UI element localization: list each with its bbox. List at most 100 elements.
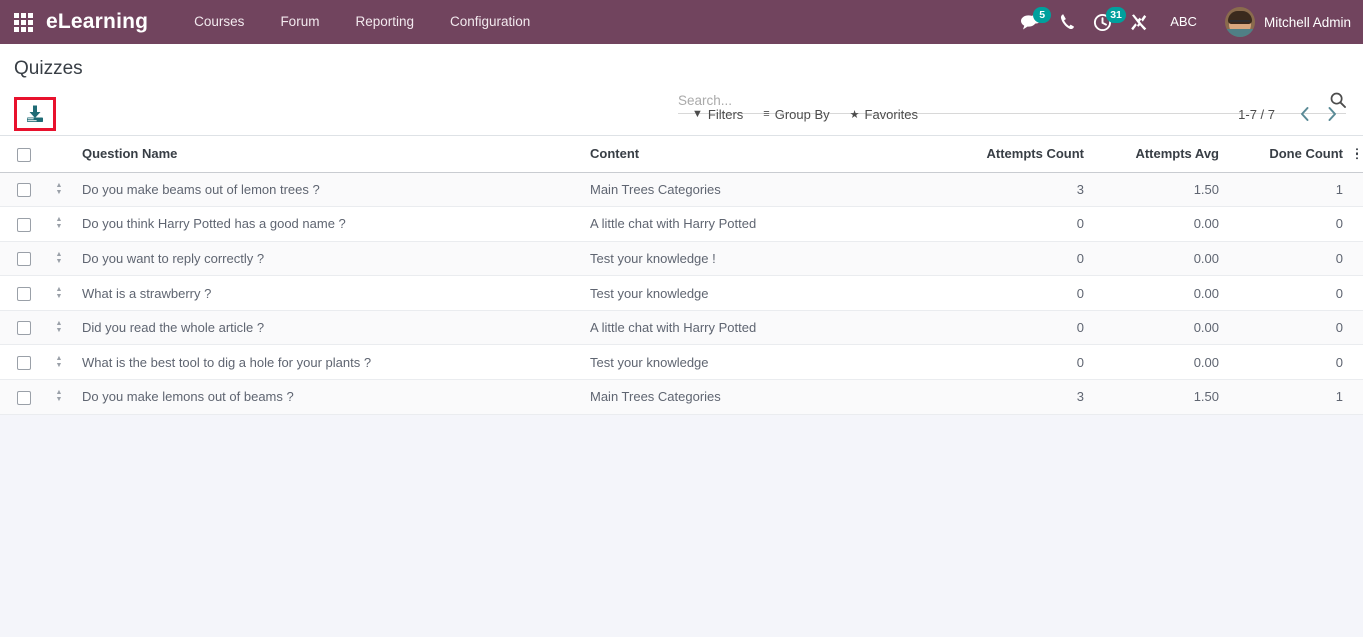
filter-funnel-icon: ▼ — [692, 108, 703, 120]
row-checkbox[interactable] — [17, 252, 31, 267]
row-select-cell — [0, 310, 44, 346]
table-row[interactable]: ▲ ▼ What is a strawberry ? Test your knowle… — [0, 275, 1363, 311]
app-brand-elearning[interactable]: eLearning — [46, 10, 148, 34]
messages-button[interactable]: 5 — [1011, 0, 1052, 44]
handle-header — [44, 136, 74, 173]
debug-tools-button[interactable] — [1121, 0, 1156, 44]
column-header-done-count[interactable]: Done Count — [1227, 136, 1363, 173]
cell-question-name: Do you want to reply correctly ? — [74, 241, 582, 277]
column-header-question-name[interactable]: Question Name — [74, 136, 582, 173]
favorites-label: Favorites — [864, 106, 918, 122]
cell-attempts-avg: 0.00 — [1092, 275, 1227, 311]
cell-content: A little chat with Harry Potted — [582, 310, 957, 346]
drag-handle-icon[interactable]: ▲ ▼ — [56, 389, 63, 403]
group-by-label: Group By — [774, 106, 830, 122]
column-header-done-count-label: Done Count — [1269, 146, 1343, 162]
cell-content: A little chat with Harry Potted — [582, 206, 957, 242]
column-header-attempts-avg[interactable]: Attempts Avg — [1092, 136, 1227, 173]
group-lines-icon: ≡ — [763, 108, 770, 120]
star-icon: ★ — [849, 108, 860, 121]
apps-grid-icon — [13, 12, 33, 32]
cell-content: Test your knowledge — [582, 275, 957, 311]
table-row[interactable]: ▲ ▼ What is the best tool to dig a hole fo… — [0, 344, 1363, 380]
favorites-button[interactable]: ★ Favorites — [842, 104, 926, 125]
menu-item-reporting[interactable]: Reporting — [337, 0, 432, 44]
drag-handle-icon[interactable]: ▲ ▼ — [56, 216, 63, 230]
language-switcher-button[interactable]: ABC — [1156, 0, 1211, 44]
cell-question-name: Do you think Harry Potted has a good nam… — [74, 206, 582, 242]
drag-handle-icon[interactable]: ▲ ▼ — [56, 251, 63, 265]
phone-button[interactable] — [1051, 0, 1084, 44]
row-select-cell — [0, 206, 44, 242]
row-checkbox[interactable] — [17, 217, 31, 232]
control-panel-actions: ▼ Filters ≡ Group By ★ Favorites 1-7 / 7 — [0, 97, 1363, 136]
row-handle-cell: ▲ ▼ — [44, 206, 74, 242]
drag-handle-icon[interactable]: ▲ ▼ — [56, 355, 63, 369]
select-all-checkbox[interactable] — [17, 147, 31, 162]
row-checkbox[interactable] — [17, 321, 31, 336]
cell-done-count: 0 — [1227, 241, 1363, 277]
table-header: Question Name Content Attempts Count Att… — [0, 136, 1363, 173]
table-row[interactable]: ▲ ▼ Do you want to reply correctly ? Test y… — [0, 241, 1363, 277]
cell-content: Main Trees Categories — [582, 379, 957, 415]
user-menu-button[interactable]: Mitchell Admin — [1211, 7, 1351, 37]
activities-button[interactable]: 31 — [1084, 0, 1126, 44]
cell-question-name: Do you make beams out of lemon trees ? — [74, 172, 582, 208]
user-avatar — [1224, 7, 1255, 37]
pager-next-button[interactable] — [1319, 102, 1345, 126]
menu-item-configuration[interactable]: Configuration — [432, 0, 548, 44]
row-select-cell — [0, 275, 44, 311]
cell-done-count: 0 — [1227, 275, 1363, 311]
menu-item-forum[interactable]: Forum — [262, 0, 337, 44]
pager-previous-button[interactable] — [1291, 102, 1317, 126]
filters-label: Filters — [707, 106, 744, 122]
table-row[interactable]: ▲ ▼ Do you make beams out of lemon trees ?… — [0, 172, 1363, 208]
row-select-cell — [0, 241, 44, 277]
cell-attempts-avg: 1.50 — [1092, 172, 1227, 208]
tools-icon — [1131, 13, 1147, 30]
group-by-button[interactable]: ≡ Group By — [755, 104, 837, 125]
row-handle-cell: ▲ ▼ — [44, 310, 74, 346]
cell-attempts-count: 0 — [957, 310, 1092, 346]
row-select-cell — [0, 379, 44, 415]
filters-button[interactable]: ▼ Filters — [684, 104, 751, 125]
table-row[interactable]: ▲ ▼ Do you think Harry Potted has a good n… — [0, 206, 1363, 242]
row-handle-cell: ▲ ▼ — [44, 379, 74, 415]
drag-handle-icon[interactable]: ▲ ▼ — [56, 286, 63, 300]
select-all-header — [0, 136, 44, 173]
row-select-cell — [0, 172, 44, 208]
menu-item-courses[interactable]: Courses — [176, 0, 262, 44]
cell-done-count: 0 — [1227, 206, 1363, 242]
table-body: ▲ ▼ Do you make beams out of lemon trees ?… — [0, 172, 1363, 415]
column-header-content[interactable]: Content — [582, 136, 957, 173]
row-checkbox[interactable] — [17, 183, 31, 198]
row-checkbox[interactable] — [17, 286, 31, 301]
row-handle-cell: ▲ ▼ — [44, 241, 74, 277]
table-row[interactable]: ▲ ▼ Do you make lemons out of beams ? Main … — [0, 379, 1363, 415]
systray: 5 31 ABC Mitchell Admin — [1011, 0, 1363, 44]
chevron-right-icon — [1328, 107, 1336, 121]
pager: 1-7 / 7 — [1238, 102, 1345, 126]
drag-handle-icon[interactable]: ▲ ▼ — [56, 320, 63, 334]
download-import-icon — [27, 105, 43, 122]
table-row[interactable]: ▲ ▼ Did you read the whole article ? A litt… — [0, 310, 1363, 346]
cell-content: Test your knowledge — [582, 344, 957, 380]
row-checkbox[interactable] — [17, 355, 31, 370]
cell-attempts-count: 0 — [957, 241, 1092, 277]
vertical-dots-icon[interactable] — [1355, 148, 1358, 160]
drag-handle-icon[interactable]: ▲ ▼ — [56, 182, 63, 196]
chevron-left-icon — [1300, 107, 1308, 121]
cell-attempts-count: 0 — [957, 344, 1092, 380]
row-handle-cell: ▲ ▼ — [44, 275, 74, 311]
cell-question-name: What is the best tool to dig a hole for … — [74, 344, 582, 380]
column-header-attempts-count[interactable]: Attempts Count — [957, 136, 1092, 173]
breadcrumb: Quizzes — [14, 58, 83, 79]
content-area: Question Name Content Attempts Count Att… — [0, 136, 1363, 636]
cell-content: Test your knowledge ! — [582, 241, 957, 277]
import-records-button[interactable] — [14, 97, 56, 131]
phone-icon — [1061, 14, 1075, 30]
apps-menu-button[interactable] — [0, 0, 46, 44]
messages-badge: 5 — [1033, 7, 1052, 23]
row-checkbox[interactable] — [17, 390, 31, 405]
user-name-label: Mitchell Admin — [1263, 14, 1351, 30]
